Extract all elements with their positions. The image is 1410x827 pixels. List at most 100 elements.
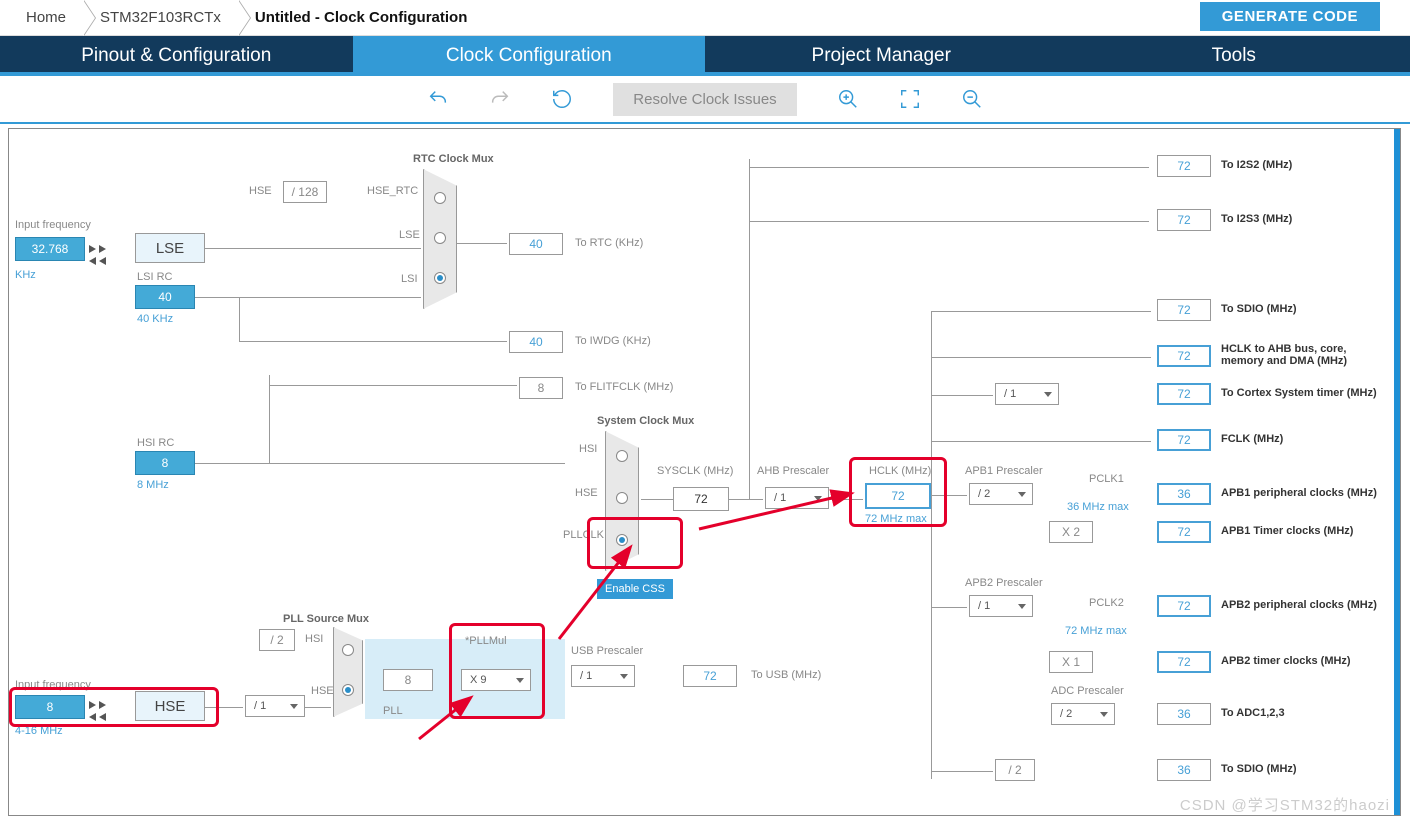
apb2-mul: X 1 [1049, 651, 1093, 673]
label-adc-prescaler: ADC Prescaler [1051, 685, 1124, 697]
label-to-cortex: To Cortex System timer (MHz) [1221, 387, 1377, 399]
tab-clock[interactable]: Clock Configuration [353, 36, 706, 72]
pllmul-dropdown[interactable]: X 9 [461, 669, 531, 691]
label-apb1-timer: APB1 Timer clocks (MHz) [1221, 525, 1353, 537]
label-pclk1-max: 36 MHz max [1067, 501, 1129, 513]
hsi-div2: / 2 [259, 629, 295, 651]
sdio2-presc: / 2 [995, 759, 1035, 781]
enable-css-button[interactable]: Enable CSS [597, 579, 673, 599]
resolve-clock-issues-button[interactable]: Resolve Clock Issues [613, 83, 796, 116]
tab-pinout[interactable]: Pinout & Configuration [0, 36, 353, 72]
fclk-out: 72 [1157, 429, 1211, 451]
adc-prescaler-dropdown[interactable]: / 2 [1051, 703, 1115, 725]
i2s2-out: 72 [1157, 155, 1211, 177]
bc-home[interactable]: Home [16, 0, 90, 35]
apb1-prescaler-dropdown[interactable]: / 2 [969, 483, 1033, 505]
label-input-frequency: Input frequency [15, 219, 91, 231]
breadcrumb: Home STM32F103RCTx Untitled - Clock Conf… [0, 0, 1410, 36]
hse-div128: / 128 [283, 181, 327, 203]
i2s3-out: 72 [1157, 209, 1211, 231]
label-pclk1: PCLK1 [1089, 473, 1124, 485]
label-input-frequency-2: Input frequency [15, 679, 91, 691]
apb2-timer-out: 72 [1157, 651, 1211, 673]
usb-prescaler-dropdown[interactable]: / 1 [571, 665, 635, 687]
usb-out: 72 [683, 665, 737, 687]
label-to-adc: To ADC1,2,3 [1221, 707, 1285, 719]
label-lse-in: LSE [399, 229, 420, 241]
apb1-timer-out: 72 [1157, 521, 1211, 543]
label-pclk2-max: 72 MHz max [1065, 625, 1127, 637]
rtc-out: 40 [509, 233, 563, 255]
clock-canvas[interactable]: Input frequency 32.768 KHz LSE LSI RC 40… [8, 128, 1401, 816]
sys-mux[interactable] [605, 431, 639, 571]
hse-prescaler-dropdown[interactable]: / 1 [245, 695, 305, 717]
cortex-prescaler-dropdown[interactable]: / 1 [995, 383, 1059, 405]
apb2-prescaler-dropdown[interactable]: / 1 [969, 595, 1033, 617]
lse-freq-input[interactable]: 32.768 [15, 237, 85, 261]
tab-tools[interactable]: Tools [1058, 36, 1410, 72]
label-to-usb: To USB (MHz) [751, 669, 821, 681]
label-hsi-sub: 8 MHz [137, 479, 169, 491]
sysclk-value: 72 [673, 487, 729, 511]
undo-icon[interactable] [427, 88, 449, 110]
label-hclk-ahb: HCLK to AHB bus, core, memory and DMA (M… [1221, 343, 1391, 367]
label-pll: PLL [383, 705, 403, 717]
iwdg-out: 40 [509, 331, 563, 353]
label-ahb-prescaler: AHB Prescaler [757, 465, 829, 477]
label-apb2-timer: APB2 timer clocks (MHz) [1221, 655, 1351, 667]
generate-code-button[interactable]: GENERATE CODE [1200, 2, 1380, 31]
label-fclk: FCLK (MHz) [1221, 433, 1283, 445]
lsi-block: 40 [135, 285, 195, 309]
label-hsi-rc: HSI RC [137, 437, 174, 449]
label-lsi-rc: LSI RC [137, 271, 172, 283]
label-rtc-mux: RTC Clock Mux [413, 153, 494, 165]
label-pllmul: *PLLMul [465, 635, 507, 647]
lse-block: LSE [135, 233, 205, 263]
ahb-prescaler-dropdown[interactable]: / 1 [765, 487, 829, 509]
label-pllclk-sys: PLLCLK [563, 529, 604, 541]
pll-in-val: 8 [383, 669, 433, 691]
label-lsi-in: LSI [401, 273, 418, 285]
watermark: CSDN @学习STM32的haozi [1180, 794, 1390, 815]
zoom-out-icon[interactable] [961, 88, 983, 110]
label-hse: HSE [249, 185, 272, 197]
sdio-out: 72 [1157, 299, 1211, 321]
label-mhz-range: 4-16 MHz [15, 725, 63, 737]
label-apb2-periph: APB2 peripheral clocks (MHz) [1221, 599, 1377, 611]
label-sys-mux: System Clock Mux [597, 415, 694, 427]
label-apb1-prescaler: APB1 Prescaler [965, 465, 1043, 477]
label-to-i2s3: To I2S3 (MHz) [1221, 213, 1292, 225]
label-hsi-sys: HSI [579, 443, 597, 455]
label-hse-pll: HSE [311, 685, 334, 697]
hclk-ahb-out: 72 [1157, 345, 1211, 367]
hsi-block: 8 [135, 451, 195, 475]
redo-icon [489, 88, 511, 110]
bc-device[interactable]: STM32F103RCTx [90, 0, 245, 35]
label-hclk: HCLK (MHz) [869, 465, 931, 477]
label-hse-rtc: HSE_RTC [367, 185, 418, 197]
label-to-iwdg: To IWDG (KHz) [575, 335, 651, 347]
label-apb1-periph: APB1 peripheral clocks (MHz) [1221, 487, 1377, 499]
pll-src-mux[interactable] [333, 627, 363, 717]
label-to-sdio: To SDIO (MHz) [1221, 303, 1297, 315]
label-lsi-sub: 40 KHz [137, 313, 173, 325]
pclk2-out: 72 [1157, 595, 1211, 617]
zoom-in-icon[interactable] [837, 88, 859, 110]
label-hsi-pll: HSI [305, 633, 323, 645]
bc-page[interactable]: Untitled - Clock Configuration [245, 0, 491, 35]
apb1-mul: X 2 [1049, 521, 1093, 543]
toolbar: Resolve Clock Issues [0, 76, 1410, 124]
label-sysclk: SYSCLK (MHz) [657, 465, 733, 477]
cortex-out: 72 [1157, 383, 1211, 405]
hclk-value[interactable]: 72 [865, 483, 931, 509]
hse-freq-input[interactable]: 8 [15, 695, 85, 719]
label-khz: KHz [15, 269, 36, 281]
hse-block: HSE [135, 691, 205, 721]
fit-icon[interactable] [899, 88, 921, 110]
label-to-i2s2: To I2S2 (MHz) [1221, 159, 1292, 171]
tab-project-manager[interactable]: Project Manager [705, 36, 1058, 72]
label-apb2-prescaler: APB2 Prescaler [965, 577, 1043, 589]
rtc-mux[interactable] [423, 169, 457, 309]
label-to-rtc: To RTC (KHz) [575, 237, 643, 249]
reset-icon[interactable] [551, 88, 573, 110]
